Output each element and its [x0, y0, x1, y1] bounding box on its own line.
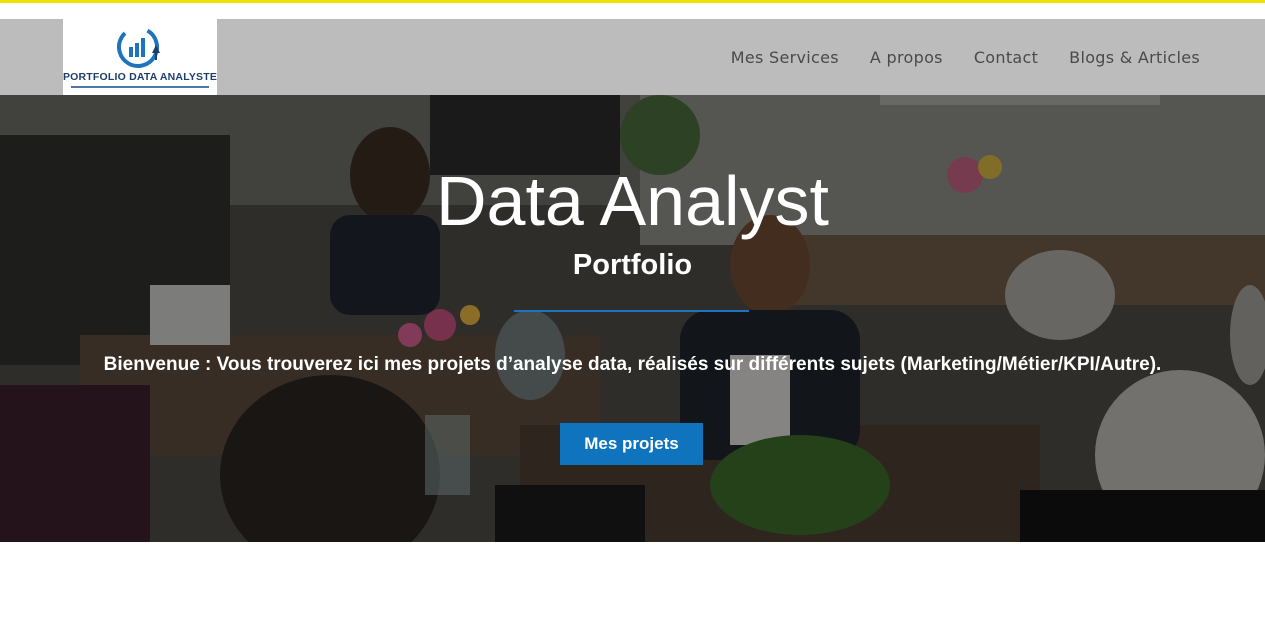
site-logo[interactable]: PORTFOLIO DATA ANALYSTE	[63, 19, 217, 95]
hero-divider	[514, 310, 749, 312]
page-content-area	[0, 542, 1265, 640]
mes-projets-button[interactable]: Mes projets	[560, 423, 703, 465]
logo-underline	[71, 86, 209, 88]
main-nav: Mes Services A propos Contact Blogs & Ar…	[731, 19, 1200, 95]
hero-welcome-text: Bienvenue : Vous trouverez ici mes proje…	[103, 354, 1162, 375]
logo-text: PORTFOLIO DATA ANALYSTE	[62, 71, 218, 83]
hero-section: Data Analyst Portfolio Bienvenue : Vous …	[0, 95, 1265, 542]
nav-link-blogs-articles[interactable]: Blogs & Articles	[1069, 48, 1200, 67]
hero-title: Data Analyst	[436, 162, 829, 240]
nav-link-mes-services[interactable]: Mes Services	[731, 48, 839, 67]
top-spacer	[0, 3, 1265, 19]
nav-link-contact[interactable]: Contact	[974, 48, 1038, 67]
bar-chart-growth-icon	[117, 25, 160, 68]
hero-subtitle: Portfolio	[572, 249, 693, 281]
nav-link-a-propos[interactable]: A propos	[870, 48, 943, 67]
site-header: PORTFOLIO DATA ANALYSTE Mes Services A p…	[0, 19, 1265, 95]
